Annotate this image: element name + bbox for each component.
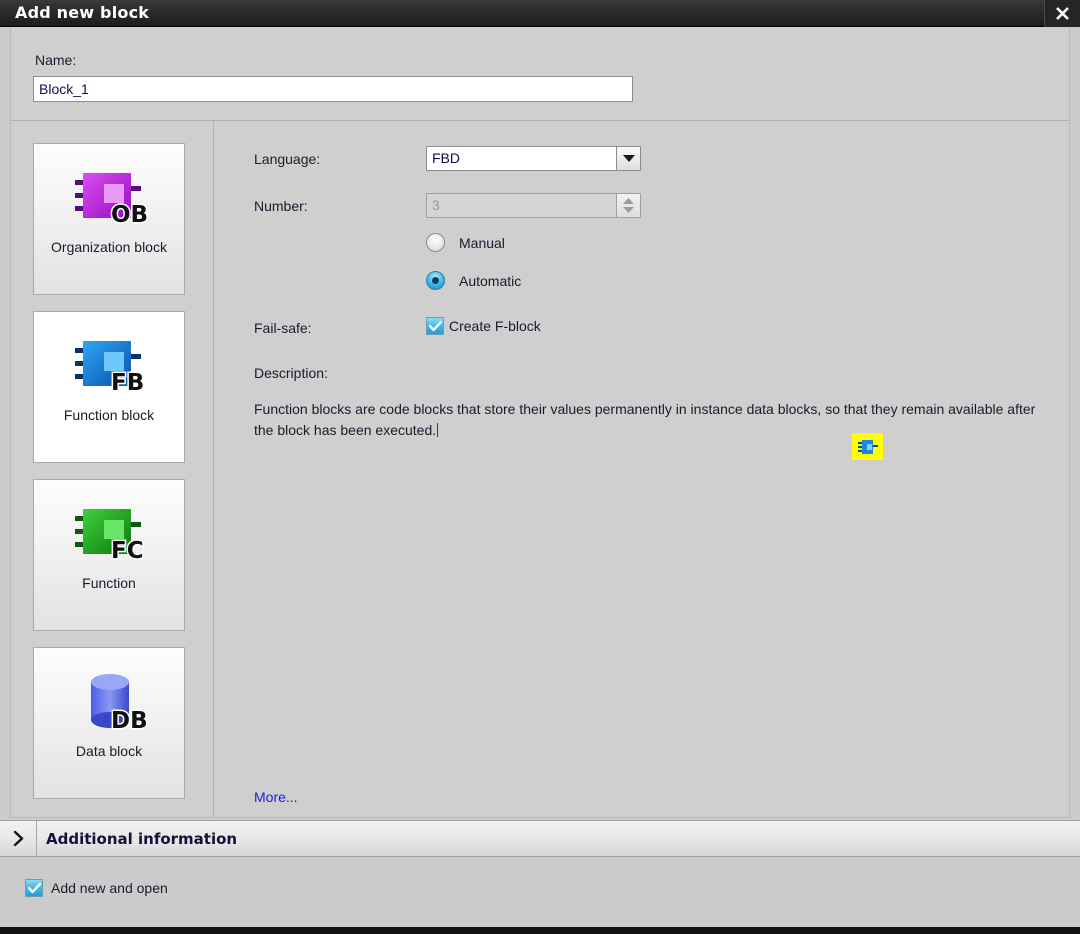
description-value: Function blocks are code blocks that sto… xyxy=(254,401,1036,438)
create-f-block-checkbox[interactable]: Create F-block xyxy=(426,317,541,335)
block-type-data-block[interactable]: DB Data block xyxy=(33,647,185,799)
block-type-label: Organization block xyxy=(51,239,167,255)
close-icon xyxy=(1056,7,1069,20)
failsafe-label: Fail-safe: xyxy=(254,320,312,336)
add-new-and-open-checkbox[interactable]: Add new and open xyxy=(25,879,168,897)
dialog-titlebar: Add new block xyxy=(0,0,1080,27)
add-new-and-open-label: Add new and open xyxy=(51,880,168,896)
language-dropdown[interactable]: FBD xyxy=(426,146,641,171)
checkbox-indicator xyxy=(25,879,43,897)
radio-automatic-indicator xyxy=(426,271,445,290)
description-label: Description: xyxy=(254,365,328,381)
block-type-label: Data block xyxy=(75,743,143,759)
radio-automatic[interactable]: Automatic xyxy=(426,271,521,290)
expand-toggle[interactable] xyxy=(0,821,37,856)
text-caret xyxy=(437,423,439,437)
function-icon: FC xyxy=(61,494,157,572)
block-properties-form: Language: FBD Number: 3 Manual Automatic… xyxy=(214,121,1069,817)
triangle-up-icon xyxy=(623,198,634,204)
description-text: Function blocks are code blocks that sto… xyxy=(254,399,1054,441)
number-value: 3 xyxy=(426,193,616,218)
block-type-label: Function block xyxy=(63,407,155,423)
dialog-title: Add new block xyxy=(15,3,150,22)
radio-manual-label: Manual xyxy=(459,234,505,251)
create-f-block-label: Create F-block xyxy=(449,318,541,334)
svg-text:FB: FB xyxy=(111,370,144,396)
block-type-label: Function xyxy=(82,575,136,591)
check-icon xyxy=(27,882,41,893)
language-value: FBD xyxy=(426,146,616,171)
add-new-block-dialog: Add new block Name: Block_1 OB Organizat… xyxy=(0,0,1080,934)
checkbox-indicator xyxy=(426,317,444,335)
radio-manual[interactable]: Manual xyxy=(426,233,505,252)
number-label: Number: xyxy=(254,198,308,214)
function-block-icon: FB xyxy=(61,326,157,404)
data-block-icon: DB xyxy=(61,662,157,740)
number-spinner-buttons[interactable] xyxy=(616,193,641,218)
block-type-function-block[interactable]: FB Function block xyxy=(33,311,185,463)
chevron-right-icon xyxy=(13,831,23,846)
radio-automatic-label: Automatic xyxy=(459,272,522,289)
additional-information-bar[interactable]: Additional information xyxy=(0,820,1080,857)
additional-information-label: Additional information xyxy=(46,829,238,848)
chevron-down-icon xyxy=(616,146,641,171)
name-label: Name: xyxy=(35,52,77,68)
triangle-down-icon xyxy=(623,207,634,213)
more-link[interactable]: More... xyxy=(254,789,298,805)
dialog-body: OB Organization block FB Function block … xyxy=(10,120,1070,818)
dialog-footer: Add new and open 机器人及PLC自动化应用 xyxy=(0,857,1080,927)
svg-text:FC: FC xyxy=(111,538,144,564)
language-label: Language: xyxy=(254,151,321,167)
svg-text:DB: DB xyxy=(111,708,148,734)
svg-text:OB: OB xyxy=(111,202,148,228)
name-input[interactable] xyxy=(33,76,633,102)
name-section: Name: xyxy=(10,27,1070,120)
window-bottom-frame xyxy=(0,927,1080,934)
close-button[interactable] xyxy=(1044,0,1080,27)
check-icon xyxy=(428,320,442,331)
number-stepper[interactable]: 3 xyxy=(426,193,641,218)
organization-block-icon: OB xyxy=(61,158,157,236)
block-type-function[interactable]: FC Function xyxy=(33,479,185,631)
radio-manual-indicator xyxy=(426,233,445,252)
block-type-organization-block[interactable]: OB Organization block xyxy=(33,143,185,295)
